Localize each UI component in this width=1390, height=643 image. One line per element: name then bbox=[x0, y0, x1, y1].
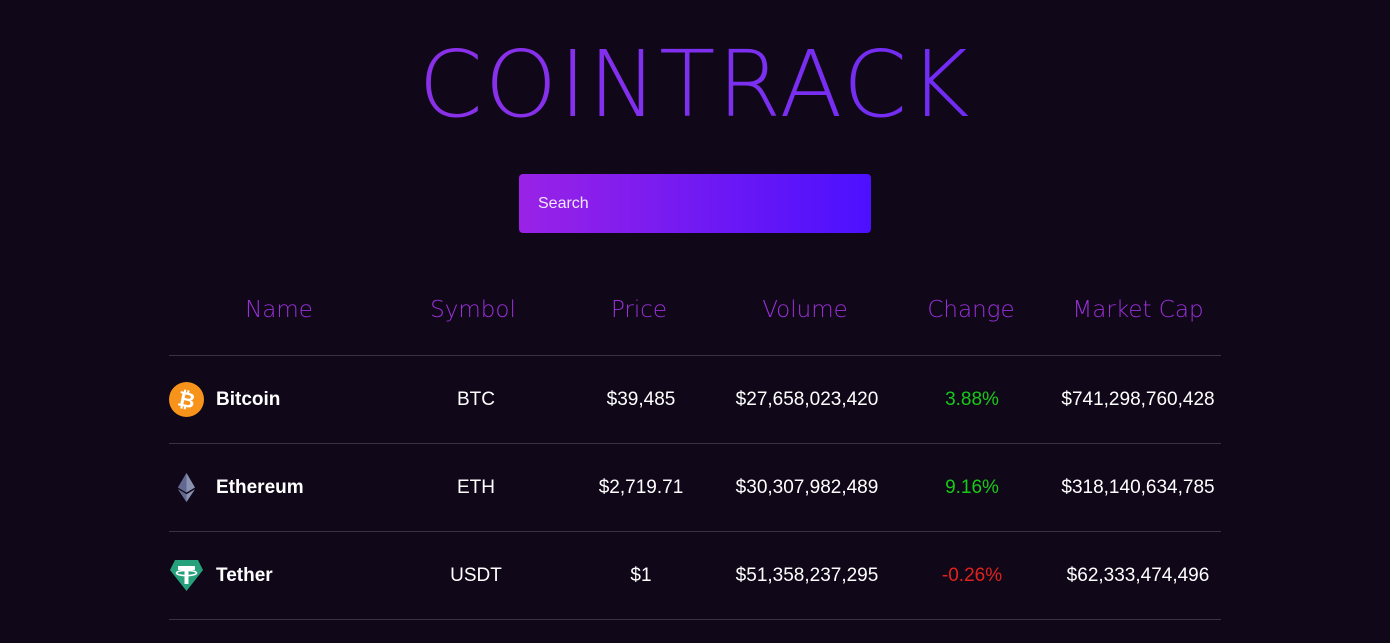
table-row[interactable]: ₿ Bitcoin BTC $39,485 $27,658,023,420 3.… bbox=[169, 356, 1221, 444]
coin-change: 3.88% bbox=[945, 389, 999, 410]
coin-name-cell: Tether bbox=[169, 532, 273, 619]
tether-icon bbox=[169, 558, 204, 593]
coin-name: Ethereum bbox=[216, 476, 304, 498]
ethereum-icon bbox=[169, 470, 204, 505]
bitcoin-icon: ₿ bbox=[169, 382, 204, 417]
coin-volume: $30,307,982,489 bbox=[735, 477, 879, 498]
column-header-volume[interactable]: Volume bbox=[762, 297, 848, 323]
coin-name-cell: Ethereum bbox=[169, 444, 304, 531]
coin-market-cap: $741,298,760,428 bbox=[1061, 389, 1215, 410]
coin-price: $2,719.71 bbox=[598, 477, 684, 498]
coin-volume: $51,358,237,295 bbox=[735, 565, 879, 586]
coin-name: Tether bbox=[216, 564, 273, 586]
table-header: Name Symbol Price Volume Change Market C… bbox=[169, 285, 1221, 356]
coin-market-cap: $318,140,634,785 bbox=[1061, 477, 1215, 498]
column-header-price[interactable]: Price bbox=[611, 297, 667, 323]
app-logo: COINTRACK bbox=[0, 30, 1390, 140]
coin-market-cap: $62,333,474,496 bbox=[1066, 565, 1210, 586]
coin-price: $39,485 bbox=[606, 389, 676, 410]
coin-symbol: ETH bbox=[457, 477, 495, 498]
search-input[interactable] bbox=[519, 174, 871, 233]
coin-name-cell: ₿ Bitcoin bbox=[169, 356, 280, 443]
table-row[interactable]: Tether USDT $1 $51,358,237,295 -0.26% $6… bbox=[169, 532, 1221, 620]
column-header-change[interactable]: Change bbox=[927, 297, 1014, 323]
column-header-symbol[interactable]: Symbol bbox=[430, 297, 516, 323]
coin-volume: $27,658,023,420 bbox=[735, 389, 879, 410]
coin-symbol: BTC bbox=[457, 389, 495, 410]
column-header-name[interactable]: Name bbox=[245, 297, 313, 323]
coin-change: -0.26% bbox=[941, 565, 1003, 586]
search-container bbox=[519, 174, 871, 233]
column-header-market-cap[interactable]: Market Cap bbox=[1072, 297, 1203, 323]
page: COINTRACK Name Symbol Price Volume Chang… bbox=[0, 0, 1390, 643]
table-row[interactable]: Ethereum ETH $2,719.71 $30,307,982,489 9… bbox=[169, 444, 1221, 532]
coin-table: Name Symbol Price Volume Change Market C… bbox=[169, 285, 1221, 620]
coin-name: Bitcoin bbox=[216, 388, 281, 410]
coin-price: $1 bbox=[630, 565, 652, 586]
coin-change: 9.16% bbox=[945, 477, 999, 498]
coin-symbol: USDT bbox=[450, 565, 502, 586]
